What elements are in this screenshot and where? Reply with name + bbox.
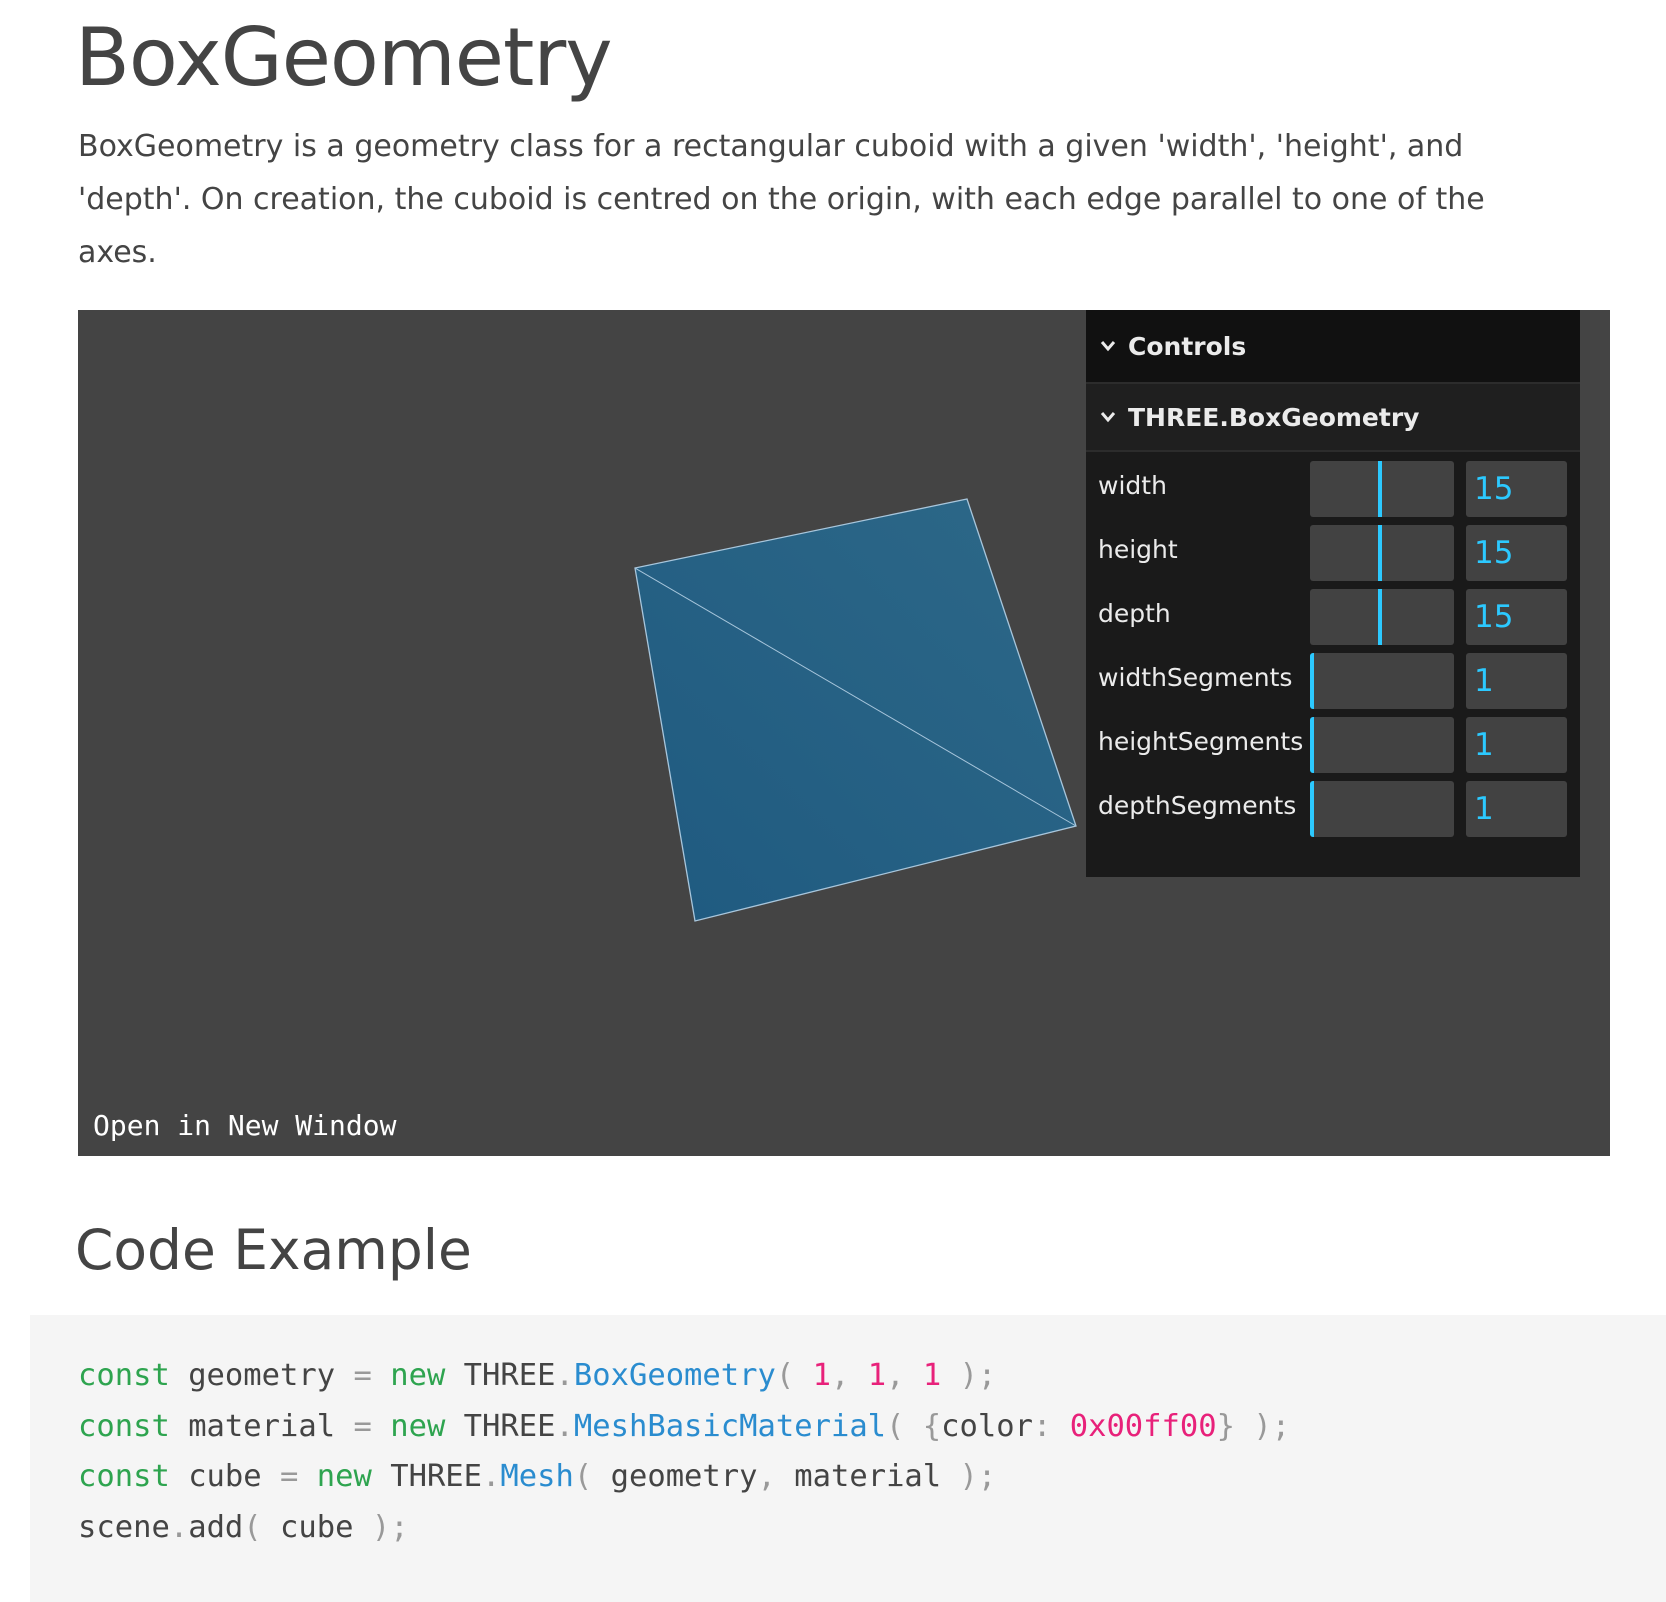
control-row-depth: depth 15	[1086, 580, 1580, 648]
code-block: const geometry = new THREE.BoxGeometry( …	[30, 1315, 1666, 1602]
code-line: const geometry = new THREE.BoxGeometry( …	[78, 1351, 1666, 1402]
code-token: const	[78, 1408, 170, 1444]
code-token: );	[353, 1509, 409, 1545]
code-token: THREE	[445, 1358, 556, 1393]
code-token: (	[573, 1459, 611, 1494]
slider-height[interactable]	[1310, 525, 1454, 581]
code-token: ,	[830, 1358, 868, 1393]
code-token: :	[1032, 1408, 1070, 1444]
code-token: material	[794, 1459, 942, 1494]
code-token: MeshBasicMaterial	[573, 1408, 887, 1444]
number-input-depthsegments[interactable]: 1	[1466, 781, 1567, 837]
code-token: 0x00ff00	[1069, 1408, 1217, 1444]
code-token: new	[390, 1408, 446, 1444]
slider-fill-depth	[1310, 589, 1382, 645]
code-content: const geometry = new THREE.BoxGeometry( …	[78, 1351, 1666, 1553]
code-token: );	[1235, 1408, 1291, 1444]
code-token: new	[316, 1459, 372, 1494]
slider-width[interactable]	[1310, 461, 1454, 517]
folder-box-geometry[interactable]: THREE.BoxGeometry	[1086, 384, 1580, 452]
code-token: {	[922, 1408, 942, 1444]
code-token: 1	[867, 1358, 887, 1393]
code-token: THREE	[371, 1459, 483, 1494]
control-row-heightsegments: heightSegments 1	[1086, 708, 1580, 776]
code-token: scene	[78, 1509, 170, 1545]
slider-fill-width	[1310, 461, 1382, 517]
chevron-down-icon	[1100, 412, 1116, 423]
code-example-heading: Code Example	[75, 1218, 472, 1282]
slider-fill-heightsegments	[1310, 717, 1314, 773]
code-token: .	[482, 1459, 501, 1494]
slider-fill-widthsegments	[1310, 653, 1314, 709]
code-token: =	[280, 1459, 299, 1494]
control-row-depthsegments: depthSegments 1	[1086, 772, 1580, 840]
code-token: add	[188, 1509, 244, 1545]
code-token: 1	[812, 1358, 831, 1393]
control-row-width: width 15	[1086, 452, 1580, 520]
code-token: .	[555, 1408, 574, 1444]
code-token: cube	[280, 1509, 354, 1545]
control-label-width: width	[1098, 471, 1167, 500]
controls-title-label: Controls	[1128, 331, 1247, 361]
code-token: cube	[169, 1459, 281, 1494]
code-token: geometry	[610, 1459, 758, 1494]
number-input-heightsegments[interactable]: 1	[1466, 717, 1567, 773]
number-input-width[interactable]: 15	[1466, 461, 1567, 517]
page-title: BoxGeometry	[75, 11, 613, 104]
scene-viewer[interactable]: Controls THREE.BoxGeometry width 15 height…	[78, 310, 1610, 1156]
box-mesh-face	[634, 498, 1077, 922]
code-token: const	[78, 1358, 170, 1393]
code-token: (	[243, 1509, 281, 1545]
slider-fill-depthsegments	[1310, 781, 1314, 837]
code-token: geometry	[169, 1358, 354, 1393]
number-input-widthsegments[interactable]: 1	[1466, 653, 1567, 709]
code-token: material	[169, 1408, 354, 1444]
code-token: (	[886, 1408, 923, 1444]
folder-title-label: THREE.BoxGeometry	[1128, 402, 1420, 432]
chevron-down-icon	[1100, 341, 1116, 352]
control-row-widthsegments: widthSegments 1	[1086, 644, 1580, 712]
code-token: }	[1216, 1408, 1235, 1444]
code-token: );	[941, 1459, 997, 1494]
number-input-depth[interactable]: 15	[1466, 589, 1567, 645]
control-label-widthsegments: widthSegments	[1098, 663, 1293, 692]
slider-depth[interactable]	[1310, 589, 1454, 645]
controls-panel: Controls THREE.BoxGeometry width 15 height…	[1086, 310, 1580, 877]
slider-depthsegments[interactable]	[1310, 781, 1454, 837]
control-row-height: height 15	[1086, 516, 1580, 584]
code-token: =	[353, 1358, 372, 1393]
code-token: THREE	[445, 1408, 556, 1444]
code-token: color	[941, 1408, 1033, 1444]
slider-widthsegments[interactable]	[1310, 653, 1454, 709]
code-token: const	[78, 1459, 170, 1494]
controls-title[interactable]: Controls	[1086, 310, 1580, 384]
code-token: =	[353, 1408, 372, 1444]
control-label-heightsegments: heightSegments	[1098, 727, 1304, 756]
control-label-depth: depth	[1098, 599, 1171, 628]
code-token: .	[169, 1509, 189, 1545]
code-token: (	[775, 1358, 813, 1393]
code-line: const cube = new THREE.Mesh( geometry, m…	[78, 1452, 1666, 1503]
code-token: BoxGeometry	[573, 1358, 776, 1393]
code-token: new	[390, 1358, 446, 1393]
slider-fill-height	[1310, 525, 1382, 581]
code-line: scene.add( cube );	[78, 1503, 1666, 1554]
code-line: const material = new THREE.MeshBasicMate…	[78, 1402, 1666, 1453]
control-label-height: height	[1098, 535, 1178, 564]
code-token: ,	[886, 1358, 923, 1393]
slider-heightsegments[interactable]	[1310, 717, 1454, 773]
code-token: );	[941, 1358, 997, 1393]
code-token: 1	[922, 1358, 942, 1393]
code-token: .	[555, 1358, 574, 1393]
control-label-depthsegments: depthSegments	[1098, 791, 1297, 820]
code-token: ,	[757, 1459, 795, 1494]
number-input-height[interactable]: 15	[1466, 525, 1567, 581]
intro-paragraph: BoxGeometry is a geometry class for a re…	[78, 129, 1485, 270]
code-token: Mesh	[500, 1459, 574, 1494]
open-in-new-window-link[interactable]: Open in New Window	[93, 1109, 396, 1142]
